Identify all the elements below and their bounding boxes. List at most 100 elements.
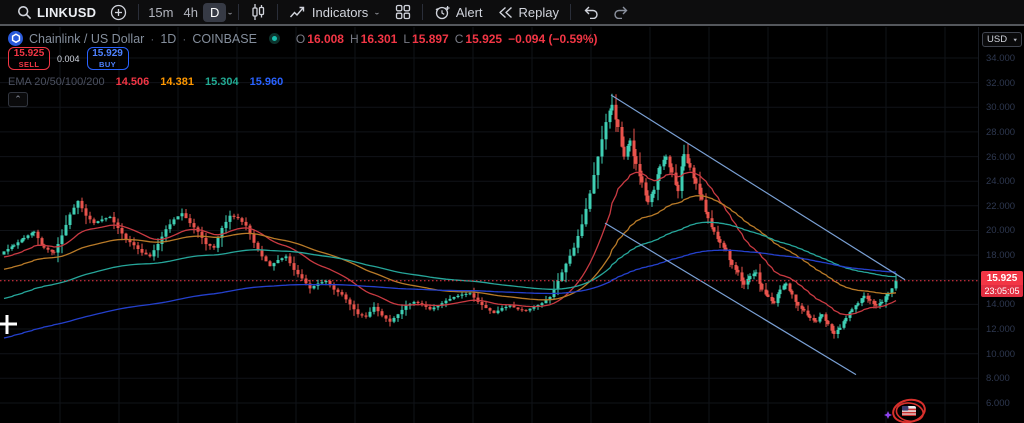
indicators-button[interactable]: Indicators ⌄ xyxy=(282,1,388,23)
candle-body xyxy=(480,301,484,305)
replay-button[interactable]: Replay xyxy=(490,1,566,23)
candle-body xyxy=(658,166,662,175)
candle-body xyxy=(662,159,666,167)
candle-body xyxy=(12,245,16,247)
candle-body xyxy=(778,289,782,295)
candle-body xyxy=(232,215,236,217)
tradingview-app: LINKUSD 15m 4h D ⌄ Indicators ⌄ Alert Re… xyxy=(0,0,1024,423)
candle-body xyxy=(380,311,384,316)
candle-body xyxy=(276,260,280,264)
candle-body xyxy=(676,184,680,192)
candle-body xyxy=(806,310,810,316)
candle-body xyxy=(444,300,448,304)
compare-add-button[interactable] xyxy=(103,1,134,23)
candle-body xyxy=(296,269,300,275)
candle-body xyxy=(256,242,260,250)
candle-body xyxy=(188,218,192,224)
toolbar-divider xyxy=(421,4,423,20)
candle-body xyxy=(46,247,50,250)
candle-body xyxy=(384,315,388,319)
sell-button[interactable]: 15.925 SELL xyxy=(8,47,50,70)
candle-body xyxy=(782,285,786,290)
candle-body xyxy=(818,316,822,322)
candle-body xyxy=(292,263,296,270)
candle-body xyxy=(344,294,348,300)
candle-body xyxy=(392,318,396,322)
price-axis[interactable]: USD ▾ 34.000 32.000 30.000 28.000 26.000 24.0… xyxy=(978,27,1024,423)
candle-body xyxy=(860,298,864,304)
layout-grid-button[interactable] xyxy=(388,1,418,23)
candle-body xyxy=(496,310,500,314)
interval-1d[interactable]: D xyxy=(202,2,227,22)
candle-body xyxy=(604,122,608,140)
candle-body xyxy=(784,283,788,286)
candle-body xyxy=(638,164,642,177)
candle-body xyxy=(820,314,824,317)
low-value: 15.897 xyxy=(412,31,449,46)
candle-body xyxy=(428,306,432,310)
candle-body xyxy=(212,245,216,248)
toolbar-divider xyxy=(276,4,278,20)
alert-button[interactable]: Alert xyxy=(427,1,490,23)
candle-body xyxy=(748,276,752,279)
candle-body xyxy=(272,263,276,267)
interval-4h[interactable]: 4h xyxy=(178,5,202,20)
ema-indicator-row[interactable]: EMA 20/50/100/200 14.506 14.381 15.304 1… xyxy=(8,76,283,88)
interval-15m[interactable]: 15m xyxy=(143,5,178,20)
redo-button[interactable] xyxy=(606,1,637,23)
candle-body xyxy=(2,251,6,255)
candle-body xyxy=(830,324,834,331)
candle-body xyxy=(516,307,520,310)
axis-tick: 8.000 xyxy=(986,373,1010,384)
candle-body xyxy=(152,250,156,257)
candle-body xyxy=(572,247,576,256)
candle-body xyxy=(360,314,364,316)
axis-tick: 14.000 xyxy=(986,299,1016,310)
undo-button[interactable] xyxy=(575,1,606,23)
toolbar-divider xyxy=(570,4,572,20)
candle-body xyxy=(416,301,420,304)
symbol-info-row[interactable]: Chainlink / US Dollar · 1D · COINBASE O1… xyxy=(8,31,598,46)
candle-body xyxy=(60,235,64,244)
spread-value: 0.004 xyxy=(57,53,80,64)
axis-tick: 10.000 xyxy=(986,349,1016,360)
candle-body xyxy=(588,193,592,209)
candle-body xyxy=(764,289,768,295)
currency-toggle-button[interactable]: USD ▾ xyxy=(982,32,1022,47)
candle-body xyxy=(512,305,516,308)
candle-body xyxy=(730,260,734,265)
ema50-value: 14.381 xyxy=(160,76,194,88)
candle-body xyxy=(30,232,34,236)
candle-body xyxy=(682,154,686,167)
candle-body xyxy=(812,318,816,321)
symbol-search-button[interactable]: LINKUSD xyxy=(10,1,103,23)
ema100-value: 15.304 xyxy=(204,76,239,88)
legend-collapse-button[interactable]: ⌃ xyxy=(8,92,28,107)
candle-body xyxy=(484,305,488,309)
market-status-icon[interactable] xyxy=(268,33,280,44)
candle-body xyxy=(632,140,636,157)
candle-body xyxy=(76,200,80,208)
candle-body xyxy=(894,280,898,289)
chart-style-button[interactable] xyxy=(243,1,273,23)
candle-body xyxy=(520,309,524,311)
candle-body xyxy=(832,330,836,334)
candle-body xyxy=(200,231,204,238)
candle-body xyxy=(568,255,572,264)
buy-button[interactable]: 15.929 BUY xyxy=(86,47,129,70)
candle-body xyxy=(288,256,292,264)
candle-body xyxy=(208,244,212,246)
grid-layout-icon xyxy=(395,4,411,20)
candle-body xyxy=(352,304,356,310)
indicators-chevron: ⌄ xyxy=(373,7,381,16)
candle-body xyxy=(716,231,720,240)
candle-body xyxy=(776,294,780,304)
candle-body xyxy=(760,283,764,290)
candle-body xyxy=(340,292,344,295)
candle-body xyxy=(176,216,180,220)
interval-dropdown-chevron[interactable]: ⌄ xyxy=(226,8,234,17)
candle-body xyxy=(376,306,380,312)
search-icon xyxy=(17,5,32,20)
candle-body xyxy=(628,140,632,146)
candle-body xyxy=(56,244,60,253)
